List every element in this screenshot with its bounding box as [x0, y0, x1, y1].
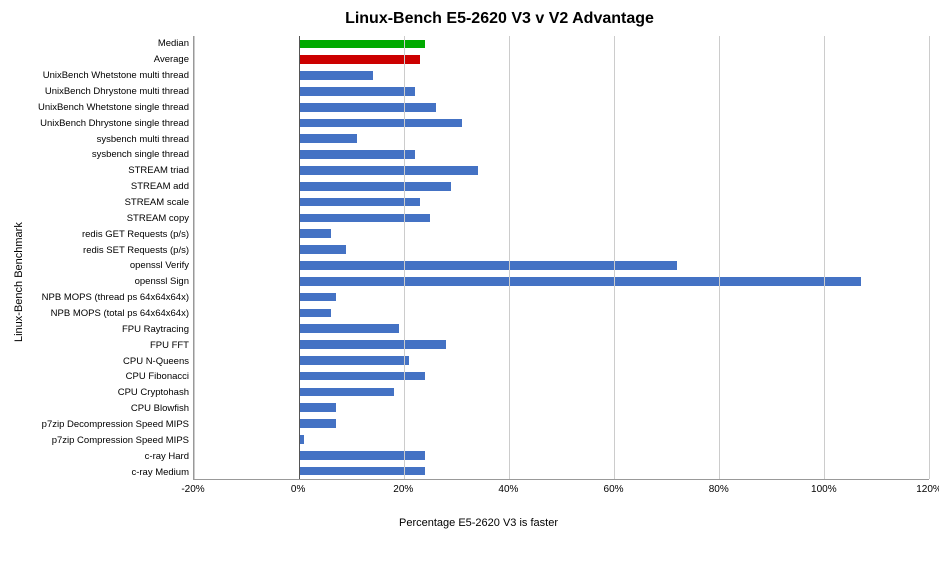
bar — [299, 55, 420, 64]
chart-inner: MedianAverageUnixBench Whetstone multi t… — [28, 36, 929, 529]
bar — [299, 451, 425, 460]
x-tick-label: 20% — [393, 484, 413, 495]
bar — [299, 293, 336, 302]
bar — [299, 229, 331, 238]
bar — [299, 261, 677, 270]
chart-container: Linux-Bench E5-2620 V3 v V2 Advantage Li… — [0, 0, 939, 579]
bars-area — [193, 36, 929, 480]
x-axis-area: -20%0%20%40%60%80%100%120% — [193, 480, 929, 515]
row-label: STREAM copy — [28, 210, 193, 226]
bar — [299, 388, 394, 397]
row-label: c-ray Medium — [28, 464, 193, 480]
bar — [299, 403, 336, 412]
grid-line — [824, 36, 825, 479]
chart-body: Linux-Bench Benchmark MedianAverageUnixB… — [10, 36, 929, 529]
row-label: sysbench multi thread — [28, 131, 193, 147]
row-label: UnixBench Dhrystone multi thread — [28, 84, 193, 100]
x-axis-title: Percentage E5-2620 V3 is faster — [28, 517, 929, 529]
bar — [299, 245, 346, 254]
row-label: FPU FFT — [28, 337, 193, 353]
bar — [299, 119, 462, 128]
row-label: CPU Blowfish — [28, 401, 193, 417]
bar — [299, 277, 861, 286]
bar — [299, 87, 415, 96]
bar — [299, 150, 415, 159]
bar — [299, 40, 425, 49]
x-tick-label: 100% — [811, 484, 837, 495]
x-tick-label: 80% — [709, 484, 729, 495]
bar — [299, 467, 425, 476]
bar — [299, 198, 420, 207]
row-label: redis GET Requests (p/s) — [28, 226, 193, 242]
bar — [299, 356, 409, 365]
bar — [299, 71, 373, 80]
bar — [299, 134, 357, 143]
grid-line — [194, 36, 195, 479]
grid-line — [719, 36, 720, 479]
row-label: CPU N-Queens — [28, 353, 193, 369]
row-label: NPB MOPS (total ps 64x64x64x) — [28, 306, 193, 322]
grid-line — [299, 36, 300, 479]
x-tick-label: 60% — [604, 484, 624, 495]
grid-line — [929, 36, 930, 479]
y-axis-label: Linux-Bench Benchmark — [10, 36, 28, 529]
bar — [299, 182, 451, 191]
row-label: NPB MOPS (thread ps 64x64x64x) — [28, 290, 193, 306]
bar — [299, 372, 425, 381]
row-labels: MedianAverageUnixBench Whetstone multi t… — [28, 36, 193, 480]
row-label: CPU Fibonacci — [28, 369, 193, 385]
row-label: UnixBench Whetstone single thread — [28, 99, 193, 115]
bar — [299, 419, 336, 428]
row-label: p7zip Decompression Speed MIPS — [28, 417, 193, 433]
x-tick-label: -20% — [181, 484, 204, 495]
bar — [299, 309, 331, 318]
chart-title: Linux-Bench E5-2620 V3 v V2 Advantage — [70, 10, 929, 28]
row-label: STREAM scale — [28, 195, 193, 211]
row-label: c-ray Hard — [28, 448, 193, 464]
row-label: Median — [28, 36, 193, 52]
row-label: STREAM add — [28, 179, 193, 195]
x-tick-label: 120% — [916, 484, 939, 495]
row-label: Average — [28, 52, 193, 68]
bar — [299, 214, 430, 223]
x-tick-label: 0% — [291, 484, 305, 495]
row-label: FPU Raytracing — [28, 321, 193, 337]
bar — [299, 340, 446, 349]
row-label: openssl Verify — [28, 258, 193, 274]
row-label: UnixBench Whetstone multi thread — [28, 68, 193, 84]
row-label: UnixBench Dhrystone single thread — [28, 115, 193, 131]
row-label: p7zip Compression Speed MIPS — [28, 432, 193, 448]
row-label: STREAM triad — [28, 163, 193, 179]
grid-line — [509, 36, 510, 479]
bar — [299, 324, 399, 333]
grid-line — [614, 36, 615, 479]
row-label: CPU Cryptohash — [28, 385, 193, 401]
bar — [299, 166, 478, 175]
row-label: sysbench single thread — [28, 147, 193, 163]
bar — [299, 103, 436, 112]
row-label: openssl Sign — [28, 274, 193, 290]
chart-plot-area: MedianAverageUnixBench Whetstone multi t… — [28, 36, 929, 480]
row-label: redis SET Requests (p/s) — [28, 242, 193, 258]
x-tick-label: 40% — [498, 484, 518, 495]
grid-line — [404, 36, 405, 479]
